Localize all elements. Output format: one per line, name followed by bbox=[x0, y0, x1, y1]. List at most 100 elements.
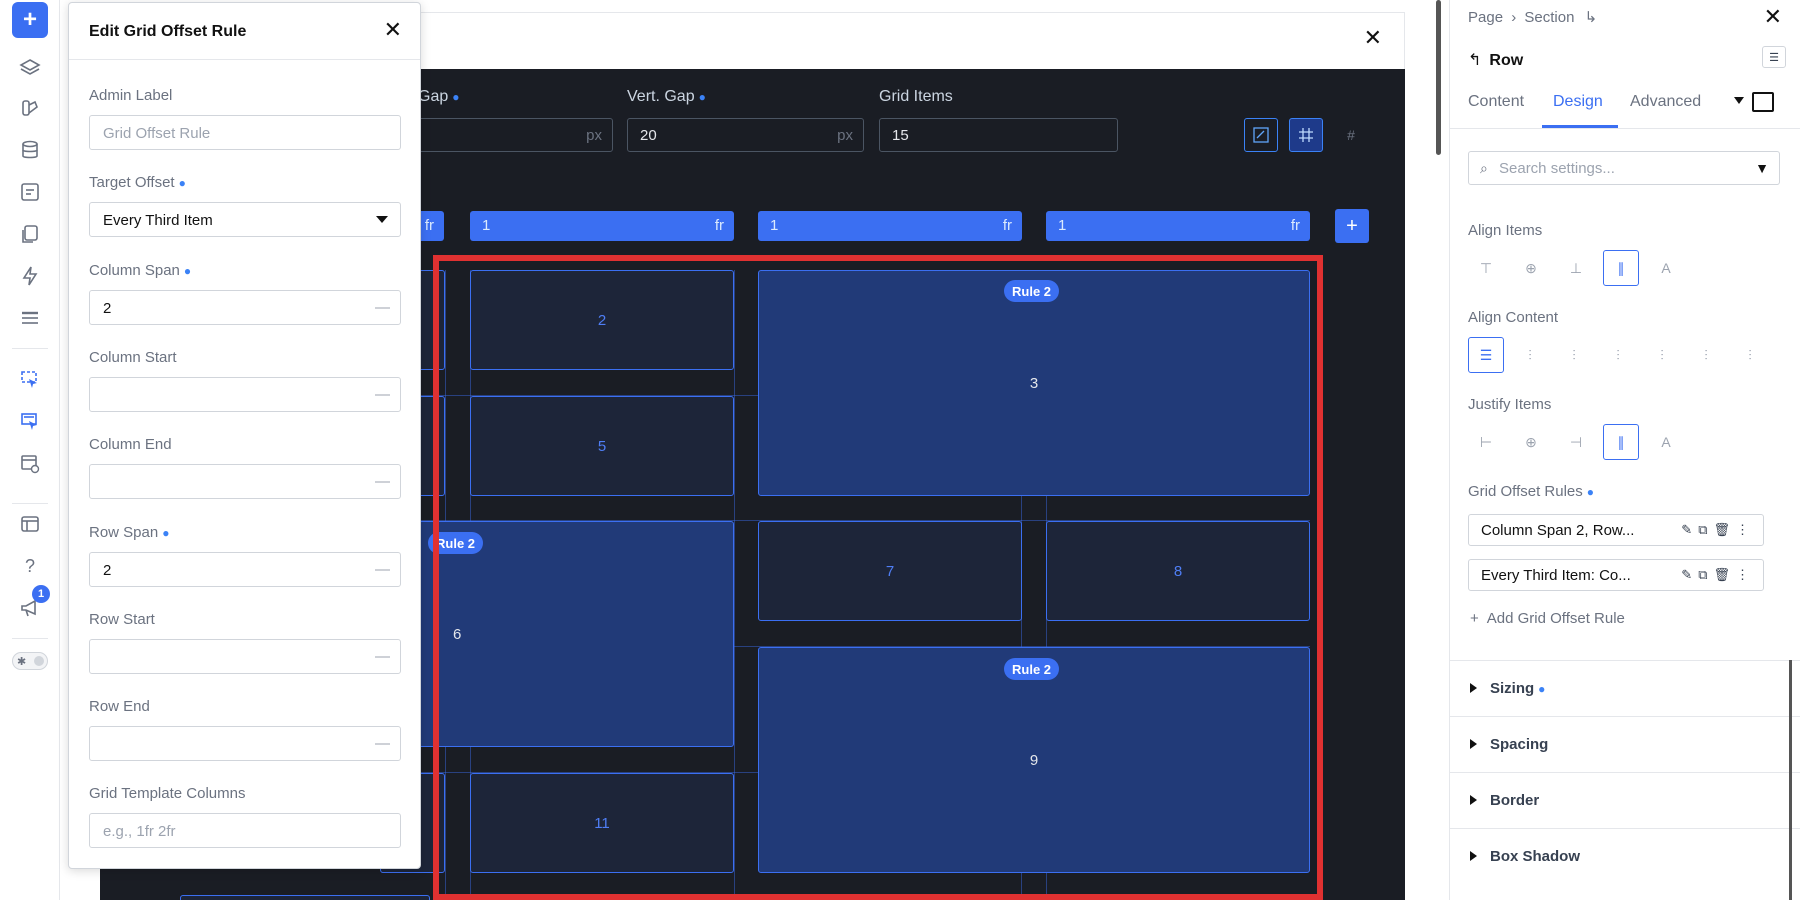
breadcrumb-page[interactable]: Page bbox=[1468, 9, 1503, 26]
plus-icon[interactable]: + bbox=[12, 2, 48, 38]
layout-options-icon[interactable]: ☰ bbox=[1762, 46, 1786, 68]
row-span-input[interactable]: 2— bbox=[89, 552, 401, 587]
tab-design[interactable]: Design bbox=[1553, 93, 1603, 111]
content-between-icon[interactable]: ⫶ bbox=[1644, 337, 1680, 373]
content-stretch-icon[interactable]: ☰ bbox=[1468, 337, 1504, 373]
column-start-label: Column Start bbox=[89, 349, 177, 366]
duplicate-icon[interactable]: ⧉ bbox=[1698, 522, 1713, 537]
trash-icon[interactable]: 🗑 bbox=[1713, 522, 1736, 537]
caret-right-icon bbox=[1470, 739, 1477, 749]
help-icon[interactable]: ? bbox=[12, 548, 48, 584]
search-icon: ⌕ bbox=[1480, 160, 1488, 176]
caret-right-icon bbox=[1470, 795, 1477, 805]
align-center-icon[interactable]: ⊕ bbox=[1513, 250, 1549, 286]
database-icon[interactable] bbox=[12, 132, 48, 168]
section-box-shadow[interactable]: Box Shadow bbox=[1450, 828, 1800, 884]
edit-icon[interactable]: ✎ bbox=[1681, 567, 1698, 582]
window-icon[interactable] bbox=[12, 506, 48, 542]
column-start-input[interactable]: — bbox=[89, 377, 401, 412]
column-track-4[interactable]: 1 fr bbox=[1046, 211, 1310, 241]
target-offset-select[interactable]: Every Third Item bbox=[89, 202, 401, 237]
content-around-icon[interactable]: ⫶ bbox=[1688, 337, 1724, 373]
content-end-icon[interactable]: ⫶ bbox=[1600, 337, 1636, 373]
column-span-label: Column Span ● bbox=[89, 262, 192, 279]
more-icon[interactable]: ⋮ bbox=[1736, 567, 1755, 582]
device-preview-icon[interactable] bbox=[1752, 92, 1774, 112]
form-icon[interactable] bbox=[12, 174, 48, 210]
column-track-2[interactable]: 1 fr bbox=[470, 211, 734, 241]
grid-overlay-icon[interactable] bbox=[1289, 118, 1323, 152]
justify-stretch-icon[interactable]: ∥ bbox=[1603, 424, 1639, 460]
row-end-input[interactable]: — bbox=[89, 726, 401, 761]
template-preview-icon[interactable] bbox=[12, 446, 48, 482]
duplicate-icon[interactable]: ⧉ bbox=[1698, 567, 1713, 582]
section-border[interactable]: Border bbox=[1450, 772, 1800, 828]
edit-grid-icon[interactable] bbox=[1244, 118, 1278, 152]
justify-start-icon[interactable]: ⊢ bbox=[1468, 424, 1504, 460]
highlight-box bbox=[433, 255, 1323, 900]
chevron-down-icon[interactable] bbox=[1734, 97, 1744, 104]
grid-template-columns-label: Grid Template Columns bbox=[89, 785, 246, 802]
paint-icon[interactable] bbox=[12, 90, 48, 126]
align-items-label: Align Items bbox=[1468, 222, 1543, 239]
grid-items-input[interactable]: 15 bbox=[879, 118, 1118, 152]
admin-label-input[interactable]: Grid Offset Rule bbox=[89, 115, 401, 150]
close-icon[interactable]: ✕ bbox=[1364, 27, 1382, 49]
vert-gap-input[interactable]: 20 px bbox=[627, 118, 864, 152]
table-icon[interactable] bbox=[12, 300, 48, 336]
search-input[interactable]: ⌕ Search settings... ▼ bbox=[1468, 151, 1780, 185]
justify-baseline-icon[interactable]: A bbox=[1648, 424, 1684, 460]
tab-content[interactable]: Content bbox=[1468, 93, 1524, 111]
grid-numbers-icon[interactable]: # bbox=[1334, 118, 1368, 152]
scrollbar[interactable] bbox=[1789, 660, 1792, 900]
select-multi-icon[interactable] bbox=[12, 404, 48, 440]
pages-icon[interactable] bbox=[12, 216, 48, 252]
column-track-3[interactable]: 1 fr bbox=[758, 211, 1022, 241]
section-spacing[interactable]: Spacing bbox=[1450, 716, 1800, 772]
add-grid-offset-rule-button[interactable]: + Add Grid Offset Rule bbox=[1470, 610, 1625, 627]
content-center-icon[interactable]: ⫶ bbox=[1556, 337, 1592, 373]
align-end-icon[interactable]: ⊥ bbox=[1558, 250, 1594, 286]
scrollbar[interactable] bbox=[1436, 0, 1441, 155]
admin-label-label: Admin Label bbox=[89, 87, 173, 104]
align-content-group: ☰ ⫶ ⫶ ⫶ ⫶ ⫶ ⫶ bbox=[1468, 337, 1768, 373]
grid-cell[interactable] bbox=[180, 895, 430, 900]
grid-offset-rule-item[interactable]: Every Third Item: Co... ✎⧉🗑⋮ bbox=[1468, 559, 1764, 591]
close-icon[interactable]: ✕ bbox=[1764, 4, 1782, 30]
layers-icon[interactable] bbox=[12, 50, 48, 86]
column-span-input[interactable]: 2— bbox=[89, 290, 401, 325]
close-icon[interactable]: ✕ bbox=[384, 17, 402, 43]
align-stretch-icon[interactable]: ∥ bbox=[1603, 250, 1639, 286]
select-element-icon[interactable] bbox=[12, 362, 48, 398]
tab-advanced[interactable]: Advanced bbox=[1630, 93, 1701, 111]
align-baseline-icon[interactable]: A bbox=[1648, 250, 1684, 286]
grid-offset-rule-item[interactable]: Column Span 2, Row... ✎⧉🗑⋮ bbox=[1468, 514, 1764, 546]
content-evenly-icon[interactable]: ⫶ bbox=[1732, 337, 1768, 373]
horiz-gap-input[interactable]: px bbox=[402, 118, 613, 152]
grid-template-columns-input[interactable]: e.g., 1fr 2fr bbox=[89, 813, 401, 848]
justify-center-icon[interactable]: ⊕ bbox=[1513, 424, 1549, 460]
edit-grid-offset-rule-panel: Edit Grid Offset Rule ✕ Admin Label Grid… bbox=[68, 2, 421, 869]
trash-icon[interactable]: 🗑 bbox=[1713, 567, 1736, 582]
child-arrow-icon: ↳ bbox=[1584, 9, 1598, 26]
column-end-input[interactable]: — bbox=[89, 464, 401, 499]
align-start-icon[interactable]: ⊤ bbox=[1468, 250, 1504, 286]
panel-title: Edit Grid Offset Rule bbox=[89, 23, 247, 40]
add-column-button[interactable]: + bbox=[1335, 209, 1369, 243]
breadcrumb-section[interactable]: Section bbox=[1524, 9, 1574, 26]
back-icon[interactable]: ↰ bbox=[1468, 52, 1481, 69]
horiz-gap-label: Gap ● bbox=[418, 88, 460, 105]
more-icon[interactable]: ⋮ bbox=[1736, 522, 1755, 537]
theme-toggle[interactable]: ✱ bbox=[12, 652, 48, 670]
panel-header: Edit Grid Offset Rule ✕ bbox=[69, 3, 420, 60]
lightning-icon[interactable] bbox=[12, 258, 48, 294]
content-start-icon[interactable]: ⫶ bbox=[1512, 337, 1548, 373]
section-sizing[interactable]: Sizing ● bbox=[1450, 660, 1800, 716]
filter-icon[interactable]: ▼ bbox=[1755, 160, 1769, 176]
app-root: + ? 1 ✱ ✕ Gap ● Vert. Gap ● Grid Items p… bbox=[0, 0, 1800, 900]
justify-end-icon[interactable]: ⊣ bbox=[1558, 424, 1594, 460]
edit-icon[interactable]: ✎ bbox=[1681, 522, 1698, 537]
caret-right-icon bbox=[1470, 683, 1477, 693]
row-start-input[interactable]: — bbox=[89, 639, 401, 674]
grid-items-label: Grid Items bbox=[879, 88, 953, 105]
